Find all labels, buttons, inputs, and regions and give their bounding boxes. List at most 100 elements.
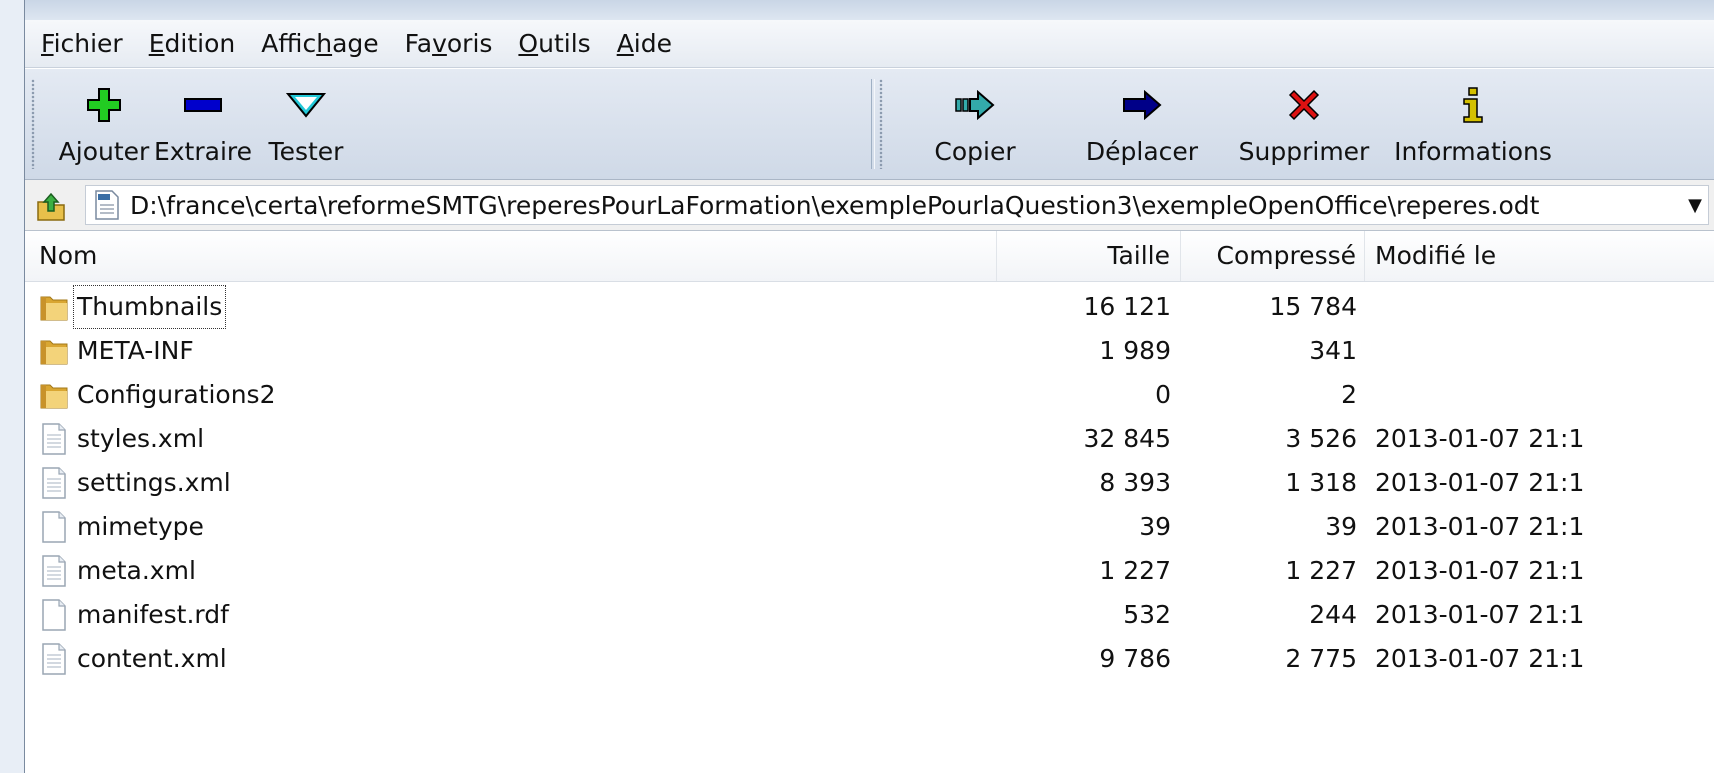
file-icon [42, 423, 66, 455]
modified-cell [1375, 285, 1714, 329]
size-cell: 8 393 [1099, 468, 1171, 497]
file-icon [42, 643, 66, 675]
add-button[interactable]: Ajouter [49, 75, 159, 173]
modified-cell: 2013-01-07 21:1 [1375, 512, 1585, 541]
file-name: Configurations2 [77, 380, 276, 409]
size-cell: 39 [1139, 512, 1171, 541]
info-label: Informations [1394, 137, 1552, 166]
file-name: styles.xml [77, 424, 205, 453]
address-bar: D:\france\certa\reformeSMTG\reperesPourL… [25, 180, 1714, 231]
path-text: D:\france\certa\reformeSMTG\reperesPourL… [130, 190, 1540, 220]
table-row[interactable]: META-INF 1 989 341 [25, 329, 1714, 373]
column-header-name[interactable]: Nom [25, 231, 997, 281]
file-list: Nom Taille Compressé Modifié le Thumbnai… [25, 231, 1714, 773]
column-header-size[interactable]: Taille [997, 231, 1181, 281]
packed-cell: 341 [1309, 336, 1357, 365]
test-button[interactable]: Tester [263, 75, 349, 173]
up-folder-button[interactable] [33, 188, 69, 224]
delete-button[interactable]: Supprimer [1237, 75, 1371, 173]
toolbar-grip[interactable] [879, 79, 883, 169]
menu-bar: Fichier Edition Affichage Favoris Outils Aide [25, 20, 1714, 68]
copy-button[interactable]: Copier [925, 75, 1025, 173]
size-cell: 1 989 [1099, 336, 1171, 365]
name-cell: manifest.rdf [25, 593, 997, 637]
file-name: content.xml [77, 644, 227, 673]
delete-x-icon [1284, 85, 1324, 125]
modified-cell [1375, 373, 1714, 417]
odt-file-icon [95, 190, 119, 220]
name-cell: settings.xml [25, 461, 997, 505]
table-row[interactable]: manifest.rdf 532 244 2013-01-07 21:1 [25, 593, 1714, 637]
column-header-packed[interactable]: Compressé [1181, 231, 1365, 281]
folder-up-icon [37, 192, 65, 221]
add-label: Ajouter [58, 137, 150, 166]
chevron-down-icon[interactable]: ▼ [1682, 195, 1708, 216]
title-bar [25, 0, 1714, 20]
folder-icon [40, 384, 68, 409]
size-cell: 32 845 [1083, 424, 1171, 453]
menu-aide[interactable]: Aide [617, 29, 672, 58]
modified-cell: 2013-01-07 21:1 [1375, 424, 1585, 453]
info-icon [1453, 85, 1493, 125]
check-chevron-icon [286, 85, 326, 125]
archive-window: Fichier Edition Affichage Favoris Outils Aide… [24, 0, 1714, 773]
table-row[interactable]: mimetype 39 39 2013-01-07 21:1 [25, 505, 1714, 549]
file-name: meta.xml [77, 556, 196, 585]
move-arrow-icon [1122, 85, 1162, 125]
file-icon [42, 511, 66, 543]
extract-button[interactable]: Extraire [153, 75, 253, 173]
file-name: mimetype [77, 512, 204, 541]
copy-label: Copier [934, 137, 1016, 166]
packed-cell: 1 318 [1285, 468, 1357, 497]
size-cell: 16 121 [1083, 292, 1171, 321]
extract-label: Extraire [153, 137, 253, 166]
name-cell: Thumbnails [25, 285, 997, 329]
name-cell: mimetype [25, 505, 997, 549]
size-cell: 1 227 [1099, 556, 1171, 585]
table-row[interactable]: Configurations2 0 2 [25, 373, 1714, 417]
packed-cell: 1 227 [1285, 556, 1357, 585]
list-header: Nom Taille Compressé Modifié le [25, 231, 1714, 282]
packed-cell: 2 [1341, 380, 1357, 409]
menu-outils[interactable]: Outils [518, 29, 590, 58]
move-button[interactable]: Déplacer [1077, 75, 1207, 173]
folder-icon [40, 296, 68, 321]
name-cell: meta.xml [25, 549, 997, 593]
minus-icon [183, 85, 223, 125]
test-label: Tester [268, 137, 344, 166]
plus-icon [84, 85, 124, 125]
menu-favoris[interactable]: Favoris [405, 29, 493, 58]
table-row[interactable]: settings.xml 8 393 1 318 2013-01-07 21:1 [25, 461, 1714, 505]
file-icon [42, 555, 66, 587]
info-button[interactable]: Informations [1393, 75, 1553, 173]
column-header-modified[interactable]: Modifié le [1365, 231, 1714, 281]
menu-affichage[interactable]: Affichage [261, 29, 378, 58]
move-label: Déplacer [1085, 137, 1199, 166]
modified-cell: 2013-01-07 21:1 [1375, 556, 1585, 585]
file-icon [42, 599, 66, 631]
file-name: META-INF [77, 336, 194, 365]
packed-cell: 15 784 [1269, 292, 1357, 321]
table-row[interactable]: meta.xml 1 227 1 227 2013-01-07 21:1 [25, 549, 1714, 593]
size-cell: 532 [1123, 600, 1171, 629]
toolbar: Ajouter Extraire Tester Copier Déplacer … [25, 69, 1714, 180]
table-row[interactable]: styles.xml 32 845 3 526 2013-01-07 21:1 [25, 417, 1714, 461]
packed-cell: 2 775 [1285, 644, 1357, 673]
table-row[interactable]: Thumbnails 16 121 15 784 [25, 285, 1714, 329]
menu-fichier[interactable]: Fichier [41, 29, 123, 58]
packed-cell: 39 [1325, 512, 1357, 541]
file-name: Thumbnails [73, 285, 227, 329]
packed-cell: 3 526 [1285, 424, 1357, 453]
path-combobox[interactable]: D:\france\certa\reformeSMTG\reperesPourL… [85, 185, 1709, 225]
table-row[interactable]: content.xml 9 786 2 775 2013-01-07 21:1 [25, 637, 1714, 681]
name-cell: styles.xml [25, 417, 997, 461]
name-cell: content.xml [25, 637, 997, 681]
menu-edition[interactable]: Edition [149, 29, 236, 58]
name-cell: META-INF [25, 329, 997, 373]
file-icon [42, 467, 66, 499]
name-cell: Configurations2 [25, 373, 997, 417]
toolbar-grip[interactable] [31, 79, 35, 169]
size-cell: 0 [1155, 380, 1171, 409]
file-name: settings.xml [77, 468, 231, 497]
packed-cell: 244 [1309, 600, 1357, 629]
